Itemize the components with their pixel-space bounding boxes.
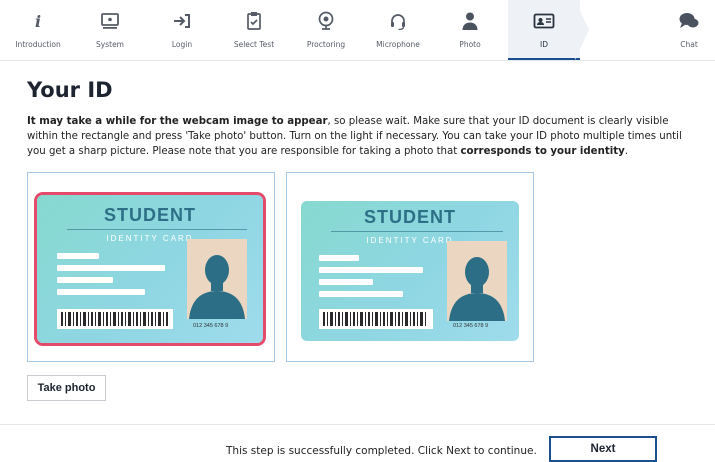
card-portrait xyxy=(447,241,507,321)
captured-id-photo: STUDENT IDENTITY CARD 012 345 678 9 xyxy=(286,172,534,362)
info-icon: i xyxy=(2,10,74,32)
person-icon xyxy=(434,10,506,32)
svg-text:i: i xyxy=(35,12,41,30)
card-divider xyxy=(331,231,503,232)
person-silhouette-icon xyxy=(189,255,245,319)
step-label: Introduction xyxy=(15,40,61,49)
instructions-end: . xyxy=(624,146,628,157)
step-id[interactable]: ID xyxy=(508,0,580,60)
next-button[interactable]: Next xyxy=(549,436,657,462)
step-label: ID xyxy=(540,40,548,49)
card-title: STUDENT xyxy=(104,205,196,225)
page-title: Your ID xyxy=(27,78,113,102)
webcam-icon xyxy=(290,10,362,32)
card-text-line xyxy=(319,267,423,273)
step-label: Photo xyxy=(459,40,481,49)
step-photo[interactable]: Photo xyxy=(434,0,506,60)
active-step-indicator xyxy=(508,58,580,60)
card-text-line xyxy=(57,277,113,283)
step-proctoring[interactable]: Proctoring xyxy=(290,0,362,60)
step-label: Proctoring xyxy=(306,40,346,49)
step-login[interactable]: Login xyxy=(146,0,218,60)
step-label: Login xyxy=(171,40,193,49)
instructions-emphasis-identity: corresponds to your identity xyxy=(460,146,625,157)
card-number: 012 345 678 9 xyxy=(453,323,489,329)
card-text-line xyxy=(57,265,165,271)
step-label: System xyxy=(96,40,124,49)
card-text-line xyxy=(57,289,145,295)
chat-label: Chat xyxy=(680,40,698,49)
card-divider xyxy=(67,229,247,230)
step-chevron xyxy=(575,0,589,60)
step-introduction[interactable]: i Introduction xyxy=(2,0,74,60)
step-label: Microphone xyxy=(376,40,420,49)
id-card-captured: STUDENT IDENTITY CARD 012 345 678 9 xyxy=(301,201,519,341)
card-barcode xyxy=(319,309,433,329)
step-navigation: i Introduction System Login Select Test … xyxy=(0,0,715,61)
instructions: It may take a while for the webcam image… xyxy=(27,114,702,159)
card-portrait xyxy=(187,239,247,319)
card-text-line xyxy=(319,255,359,261)
id-card-webcam: STUDENT IDENTITY CARD 012 345 678 9 xyxy=(37,195,263,343)
person-silhouette-icon xyxy=(449,257,505,321)
chat-button[interactable]: Chat xyxy=(654,0,715,60)
monitor-icon xyxy=(74,10,146,32)
card-text-line xyxy=(319,279,373,285)
webcam-preview: STUDENT IDENTITY CARD 012 345 678 9 xyxy=(27,172,275,362)
clipboard-check-icon xyxy=(218,10,290,32)
card-barcode xyxy=(57,309,173,329)
id-card-icon xyxy=(508,10,580,32)
step-microphone[interactable]: Microphone xyxy=(362,0,434,60)
card-title: STUDENT xyxy=(364,207,456,227)
take-photo-button[interactable]: Take photo xyxy=(27,375,106,401)
card-text-line xyxy=(319,291,403,297)
instructions-emphasis: It may take a while for the webcam image… xyxy=(27,116,328,127)
card-number: 012 345 678 9 xyxy=(193,323,229,329)
status-message: This step is successfully completed. Cli… xyxy=(226,445,537,457)
chat-icon xyxy=(654,10,715,32)
login-icon xyxy=(146,10,218,32)
card-text-line xyxy=(57,253,99,259)
headset-icon xyxy=(362,10,434,32)
step-select-test[interactable]: Select Test xyxy=(218,0,290,60)
step-label: Select Test xyxy=(233,40,275,49)
step-system[interactable]: System xyxy=(74,0,146,60)
